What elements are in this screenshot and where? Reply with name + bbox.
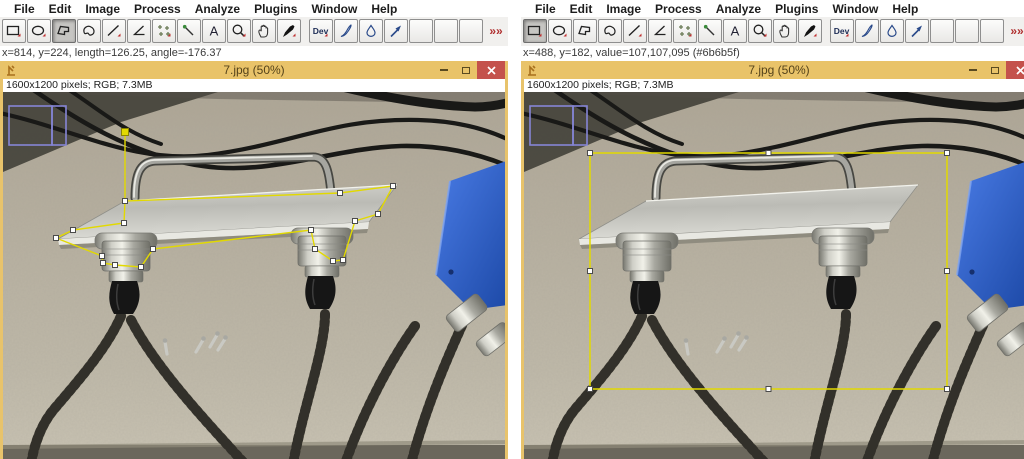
- tool-point-button[interactable]: [152, 19, 176, 43]
- minimize-button[interactable]: [962, 61, 984, 79]
- tool-zoom-button[interactable]: [227, 19, 251, 43]
- image-window-title: 7.jpg (50%): [3, 63, 505, 77]
- image-info-line: 1600x1200 pixels; RGB; 7.3MB: [3, 79, 505, 92]
- tool-freehand-button[interactable]: [598, 19, 622, 43]
- status-line: x=488, y=182, value=107,107,095 (#6b6b5f…: [521, 46, 1024, 61]
- tool-line-button[interactable]: [623, 19, 647, 43]
- close-icon: [487, 66, 496, 75]
- tool-brush-button[interactable]: [855, 19, 879, 43]
- menu-analyze[interactable]: Analyze: [709, 2, 768, 16]
- tool-text-button[interactable]: A: [723, 19, 747, 43]
- tool-line-button[interactable]: [102, 19, 126, 43]
- menu-edit[interactable]: Edit: [563, 2, 600, 16]
- close-button[interactable]: [1006, 61, 1024, 79]
- toolbar: A Dev »»: [521, 17, 1024, 46]
- tool-arrow-button[interactable]: [384, 19, 408, 43]
- tool-dropper-button[interactable]: [798, 19, 822, 43]
- tool-more-tools-button[interactable]: »»: [484, 19, 508, 43]
- svg-text:A: A: [731, 24, 740, 39]
- menu-file[interactable]: File: [528, 2, 563, 16]
- tool-empty-2-button[interactable]: [955, 19, 979, 43]
- tool-empty-2-button[interactable]: [434, 19, 458, 43]
- menu-window[interactable]: Window: [825, 2, 885, 16]
- minimize-icon: [440, 69, 448, 71]
- maximize-button[interactable]: [984, 61, 1006, 79]
- photo-scene: [3, 92, 505, 459]
- menu-edit[interactable]: Edit: [42, 2, 79, 16]
- tool-dev-button[interactable]: Dev: [309, 19, 333, 43]
- status-line: x=814, y=224, length=126.25, angle=-176.…: [0, 46, 508, 61]
- close-icon: [1016, 66, 1024, 75]
- menu-image[interactable]: Image: [599, 2, 648, 16]
- menu-bar: FileEditImageProcessAnalyzePluginsWindow…: [521, 0, 1024, 17]
- photo-scene: [524, 92, 1024, 459]
- image-window: 7.jpg (50%) 1600x1200 pixels; RGB; 7.3MB: [521, 61, 1024, 459]
- tool-empty-3-button[interactable]: [459, 19, 483, 43]
- tool-empty-1-button[interactable]: [930, 19, 954, 43]
- svg-text:Dev: Dev: [313, 26, 329, 36]
- menu-help[interactable]: Help: [364, 2, 404, 16]
- image-canvas[interactable]: [3, 92, 505, 459]
- tool-angle-button[interactable]: [127, 19, 151, 43]
- imagej-window-left: FileEditImageProcessAnalyzePluginsWindow…: [0, 0, 508, 459]
- maximize-icon: [462, 67, 470, 74]
- tool-point-button[interactable]: [673, 19, 697, 43]
- svg-text:»»: »»: [489, 24, 503, 38]
- image-canvas[interactable]: [524, 92, 1024, 459]
- image-info-line: 1600x1200 pixels; RGB; 7.3MB: [524, 79, 1024, 92]
- tool-polygon-button[interactable]: [573, 19, 597, 43]
- tool-rectangle-button[interactable]: [523, 19, 547, 43]
- tool-empty-1-button[interactable]: [409, 19, 433, 43]
- maximize-button[interactable]: [455, 61, 477, 79]
- tool-arrow-button[interactable]: [905, 19, 929, 43]
- image-window-title: 7.jpg (50%): [524, 63, 1024, 77]
- tool-zoom-button[interactable]: [748, 19, 772, 43]
- tool-oval-button[interactable]: [27, 19, 51, 43]
- tool-more-tools-button[interactable]: »»: [1005, 19, 1024, 43]
- menu-process[interactable]: Process: [127, 2, 188, 16]
- tool-bucket-button[interactable]: [880, 19, 904, 43]
- tool-angle-button[interactable]: [648, 19, 672, 43]
- tool-text-button[interactable]: A: [202, 19, 226, 43]
- menu-bar: FileEditImageProcessAnalyzePluginsWindow…: [0, 0, 508, 17]
- toolbar: A Dev »»: [0, 17, 508, 46]
- maximize-icon: [991, 67, 999, 74]
- svg-text:A: A: [210, 24, 219, 39]
- close-button[interactable]: [477, 61, 505, 79]
- tool-rectangle-button[interactable]: [2, 19, 26, 43]
- svg-text:»»: »»: [1010, 24, 1024, 38]
- image-window-titlebar[interactable]: 7.jpg (50%): [524, 61, 1024, 79]
- menu-plugins[interactable]: Plugins: [247, 2, 304, 16]
- menu-analyze[interactable]: Analyze: [188, 2, 247, 16]
- svg-text:Dev: Dev: [834, 26, 850, 36]
- tool-wand-button[interactable]: [698, 19, 722, 43]
- menu-window[interactable]: Window: [304, 2, 364, 16]
- menu-help[interactable]: Help: [885, 2, 925, 16]
- tool-hand-button[interactable]: [252, 19, 276, 43]
- image-window: 7.jpg (50%) 1600x1200 pixels; RGB; 7.3MB: [0, 61, 508, 459]
- tool-empty-3-button[interactable]: [980, 19, 1004, 43]
- tool-oval-button[interactable]: [548, 19, 572, 43]
- menu-process[interactable]: Process: [648, 2, 709, 16]
- tool-hand-button[interactable]: [773, 19, 797, 43]
- imagej-window-right: FileEditImageProcessAnalyzePluginsWindow…: [521, 0, 1024, 459]
- minimize-button[interactable]: [433, 61, 455, 79]
- tool-brush-button[interactable]: [334, 19, 358, 43]
- tool-dev-button[interactable]: Dev: [830, 19, 854, 43]
- menu-file[interactable]: File: [7, 2, 42, 16]
- menu-plugins[interactable]: Plugins: [768, 2, 825, 16]
- tool-wand-button[interactable]: [177, 19, 201, 43]
- tool-dropper-button[interactable]: [277, 19, 301, 43]
- image-window-titlebar[interactable]: 7.jpg (50%): [3, 61, 505, 79]
- menu-image[interactable]: Image: [78, 2, 127, 16]
- minimize-icon: [969, 69, 977, 71]
- tool-bucket-button[interactable]: [359, 19, 383, 43]
- tool-freehand-button[interactable]: [77, 19, 101, 43]
- tool-polygon-button[interactable]: [52, 19, 76, 43]
